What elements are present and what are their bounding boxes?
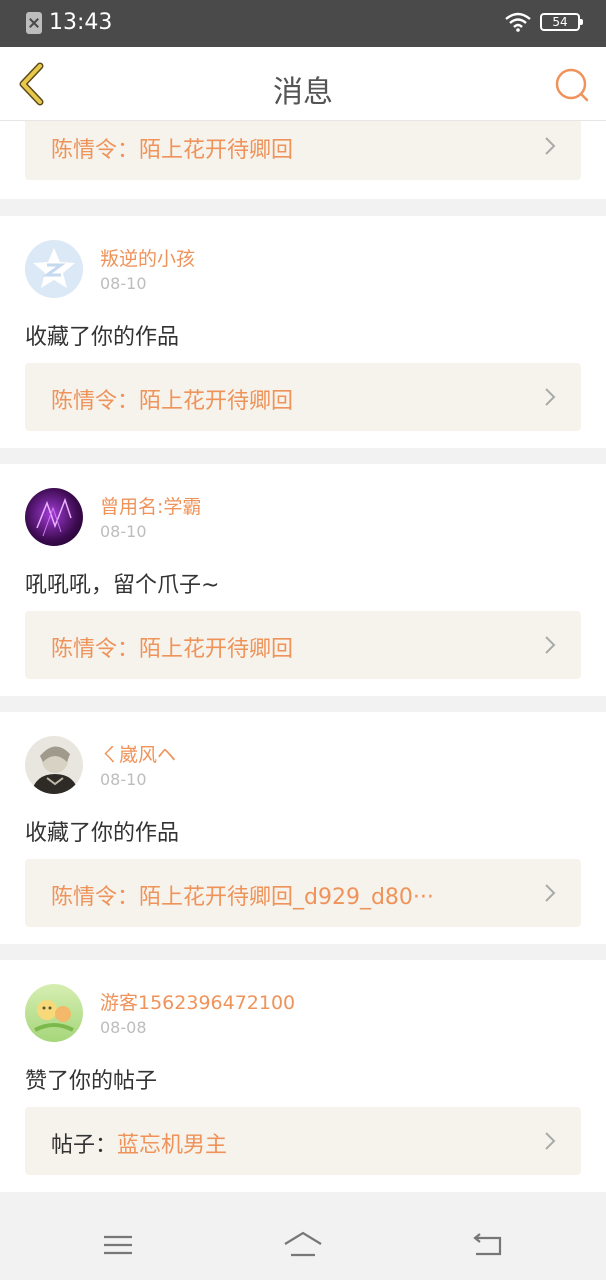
battery-level: 54 xyxy=(552,15,568,29)
message-text: 赞了你的帖子 xyxy=(25,1069,158,1094)
message-date: 08-10 xyxy=(100,274,147,293)
page-title: 消息 xyxy=(273,75,333,110)
username[interactable]: ㄑ崴风ヘ xyxy=(100,740,176,767)
link-title: 蓝忘机男主 xyxy=(117,1133,228,1158)
message-card: 游客1562396472100 08-08 赞了你的帖子 帖子：蓝忘机男主 xyxy=(0,960,606,1192)
qzone-avatar[interactable] xyxy=(25,240,83,298)
back-icon[interactable] xyxy=(468,1228,508,1262)
work-link[interactable]: 陈情令：陌上花开待卿回 xyxy=(25,611,581,679)
home-icon[interactable] xyxy=(283,1228,323,1262)
sim-off-icon xyxy=(26,11,42,34)
message-card: 曾用名:学霸 08-10 吼吼吼，留个爪子~ 陈情令：陌上花开待卿回 xyxy=(0,464,606,696)
work-link[interactable]: 陈情令：陌上花开待卿回_d929_d80··· xyxy=(25,859,581,927)
message-date: 08-10 xyxy=(100,522,147,541)
header: 消息 xyxy=(0,47,606,121)
link-prefix: 帖子： xyxy=(51,1133,118,1158)
status-time: 13:43 xyxy=(49,10,113,35)
username[interactable]: 曾用名:学霸 xyxy=(100,492,201,519)
message-date: 08-08 xyxy=(100,1018,147,1037)
message-list: 陈情令：陌上花开待卿回 叛逆的小孩 08-10 收藏了你的作品 陈情令：陌上花开… xyxy=(0,121,606,1210)
username[interactable]: 叛逆的小孩 xyxy=(100,244,195,271)
battery-icon: 54 xyxy=(540,13,583,31)
message-text: 收藏了你的作品 xyxy=(25,821,180,846)
link-title: 陈情令：陌上花开待卿回 xyxy=(51,138,294,163)
status-bar: 13:43 54 xyxy=(0,0,606,47)
message-text: 收藏了你的作品 xyxy=(25,325,180,350)
chevron-right-icon xyxy=(545,388,556,406)
username[interactable]: 游客1562396472100 xyxy=(100,988,295,1015)
link-title: 陈情令：陌上花开待卿回 xyxy=(51,637,294,662)
message-date: 08-10 xyxy=(100,770,147,789)
search-icon[interactable] xyxy=(552,65,592,105)
link-title: 陈情令：陌上花开待卿回 xyxy=(51,389,294,414)
chevron-right-icon xyxy=(545,1132,556,1150)
anime-boy-avatar[interactable] xyxy=(25,736,83,794)
wifi-icon xyxy=(505,12,531,32)
message-card: ㄑ崴风ヘ 08-10 收藏了你的作品 陈情令：陌上花开待卿回_d929_d80·… xyxy=(0,712,606,944)
purple-art-avatar[interactable] xyxy=(25,488,83,546)
message-card: 陈情令：陌上花开待卿回 xyxy=(0,121,606,199)
message-text: 吼吼吼，留个爪子~ xyxy=(25,573,220,598)
chevron-right-icon xyxy=(545,137,556,155)
link-title: 陈情令：陌上花开待卿回_d929_d80··· xyxy=(51,885,434,910)
post-link[interactable]: 帖子：蓝忘机男主 xyxy=(25,1107,581,1175)
work-link[interactable]: 陈情令：陌上花开待卿回 xyxy=(25,363,581,431)
system-nav-bar xyxy=(0,1210,606,1280)
menu-icon[interactable] xyxy=(98,1228,138,1262)
chevron-right-icon xyxy=(545,884,556,902)
work-link[interactable]: 陈情令：陌上花开待卿回 xyxy=(25,121,581,180)
chevron-right-icon xyxy=(545,636,556,654)
cartoon-avatar[interactable] xyxy=(25,984,83,1042)
message-card: 叛逆的小孩 08-10 收藏了你的作品 陈情令：陌上花开待卿回 xyxy=(0,216,606,448)
